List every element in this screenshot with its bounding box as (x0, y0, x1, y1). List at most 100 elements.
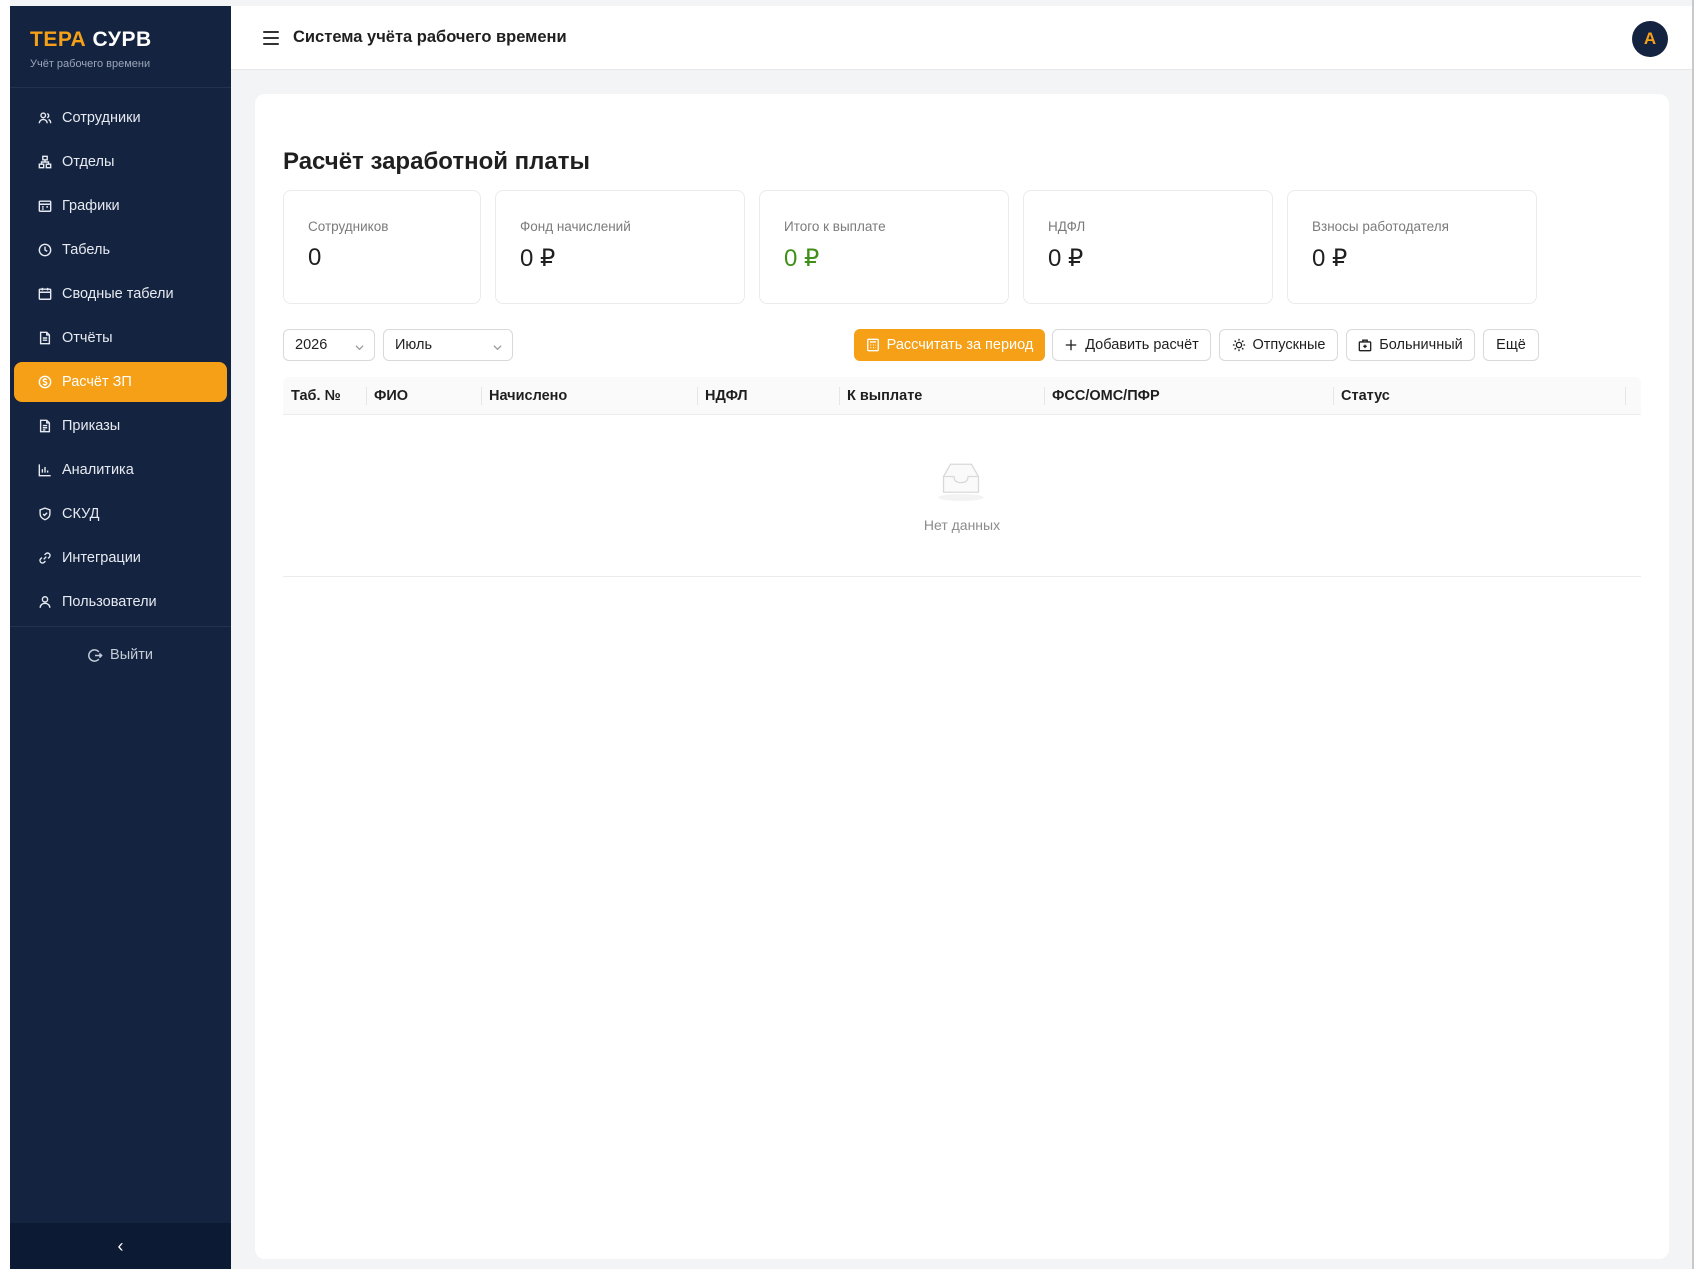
hamburger-icon-line (263, 36, 279, 39)
chevron-down-icon (493, 340, 502, 351)
column-divider (1333, 387, 1334, 405)
calendar-icon (38, 287, 52, 301)
add-calculation-label: Добавить расчёт (1085, 337, 1199, 353)
sidebar-item-departments[interactable]: Отделы (14, 142, 227, 182)
schedule-icon (38, 199, 52, 213)
add-calculation-button[interactable]: Добавить расчёт (1052, 329, 1211, 361)
column-header-status[interactable]: Статус (1341, 377, 1390, 415)
stat-label: Фонд начислений (520, 219, 631, 234)
sun-icon (1232, 338, 1245, 352)
sidebar-item-schedules[interactable]: Графики (14, 186, 227, 226)
page-title: Расчёт заработной платы (283, 148, 590, 175)
sidebar-item-label: СКУД (62, 506, 100, 522)
sick-leave-button[interactable]: Больничный (1346, 329, 1475, 361)
stat-value: 0 ₽ (784, 245, 820, 272)
stat-value: 0 ₽ (520, 245, 556, 272)
sidebar-item-label: Пользователи (62, 594, 157, 610)
stat-card-accruals-fund: Фонд начислений 0 ₽ (495, 190, 745, 304)
vacation-pay-button[interactable]: Отпускные (1219, 329, 1338, 361)
sidebar-item-label: Аналитика (62, 462, 134, 478)
sidebar-item-analytics[interactable]: Аналитика (14, 450, 227, 490)
column-header-tab-number[interactable]: Таб. № (291, 377, 341, 415)
payroll-table-header: Таб. № ФИО Начислено НДФЛ К выплате ФСС/… (283, 377, 1641, 415)
stat-card-total-payout: Итого к выплате 0 ₽ (759, 190, 1009, 304)
sidebar-item-employees[interactable]: Сотрудники (14, 98, 227, 138)
clock-icon (38, 243, 52, 257)
table-empty-state: Нет данных (283, 415, 1641, 577)
column-header-income-tax[interactable]: НДФЛ (705, 377, 748, 415)
avatar[interactable]: A (1632, 21, 1668, 57)
month-select[interactable]: Июль (383, 329, 513, 361)
column-divider (1044, 387, 1045, 405)
logout-button[interactable]: Выйти (10, 627, 231, 683)
month-select-value: Июль (395, 337, 432, 353)
stat-value: 0 ₽ (1048, 245, 1084, 272)
sidebar-nav: Сотрудники Отделы Графики Табель Сводные… (10, 88, 231, 622)
sidebar-item-orders[interactable]: Приказы (14, 406, 227, 446)
chevron-left-icon: ‹ (117, 1235, 124, 1256)
sidebar-item-label: Приказы (62, 418, 121, 434)
sidebar-item-reports[interactable]: Отчёты (14, 318, 227, 358)
logout-icon (88, 648, 103, 662)
link-icon (38, 551, 52, 565)
sidebar-item-timesheet[interactable]: Табель (14, 230, 227, 270)
sidebar-item-label: Отчёты (62, 330, 113, 346)
stat-label: Сотрудников (308, 219, 389, 234)
sidebar-item-users[interactable]: Пользователи (14, 582, 227, 622)
sidebar-item-label: Отделы (62, 154, 115, 170)
stat-label: НДФЛ (1048, 219, 1086, 234)
column-header-payout[interactable]: К выплате (847, 377, 922, 415)
user-icon (38, 595, 52, 609)
logo-block: ТЕРА СУРВ Учёт рабочего времени (10, 6, 231, 88)
hamburger-icon-line (263, 30, 279, 33)
logo: ТЕРА СУРВ (30, 28, 231, 52)
menu-toggle-button[interactable] (263, 30, 279, 45)
org-chart-icon (38, 155, 52, 169)
document-icon (38, 419, 52, 433)
sick-leave-label: Больничный (1379, 337, 1463, 353)
users-icon (38, 111, 52, 125)
sidebar-item-summary-timesheets[interactable]: Сводные табели (14, 274, 227, 314)
collapse-sidebar-button[interactable]: ‹ (10, 1223, 231, 1269)
report-icon (38, 331, 52, 345)
plus-icon (1065, 339, 1077, 351)
more-label: Ещё (1496, 337, 1526, 353)
window-edge (0, 0, 10, 1269)
medical-kit-icon (1358, 339, 1372, 352)
year-select[interactable]: 2026 (283, 329, 375, 361)
calculate-period-label: Рассчитать за период (886, 337, 1034, 353)
chevron-down-icon (355, 340, 364, 351)
stat-card-income-tax: НДФЛ 0 ₽ (1023, 190, 1273, 304)
more-button[interactable]: Ещё (1483, 329, 1539, 361)
sidebar-item-access-control[interactable]: СКУД (14, 494, 227, 534)
stat-value: 0 ₽ (1312, 245, 1348, 272)
column-header-full-name[interactable]: ФИО (374, 377, 408, 415)
sidebar: ТЕРА СУРВ Учёт рабочего времени Сотрудни… (10, 6, 231, 1269)
sidebar-item-label: Интеграции (62, 550, 141, 566)
sidebar-item-payroll[interactable]: Расчёт ЗП (14, 362, 227, 402)
empty-state-text: Нет данных (923, 517, 1001, 533)
column-divider (366, 387, 367, 405)
logo-subtitle: Учёт рабочего времени (30, 58, 151, 70)
sidebar-item-label: Сводные табели (62, 286, 174, 302)
sidebar-item-integrations[interactable]: Интеграции (14, 538, 227, 578)
logout-label: Выйти (110, 647, 153, 663)
calculate-period-button[interactable]: Рассчитать за период (854, 329, 1045, 361)
stat-card-employees: Сотрудников 0 (283, 190, 481, 304)
money-icon (38, 375, 52, 389)
payroll-card: Расчёт заработной платы Сотрудников 0 Фо… (255, 94, 1669, 1259)
column-divider (1625, 387, 1626, 405)
logo-part2: СУРВ (92, 28, 152, 51)
column-header-accrued[interactable]: Начислено (489, 377, 567, 415)
column-divider (481, 387, 482, 405)
vacation-pay-label: Отпускные (1252, 337, 1326, 353)
calculator-icon (866, 338, 879, 352)
app-title: Система учёта рабочего времени (293, 28, 567, 46)
bar-chart-icon (38, 463, 52, 477)
sidebar-item-label: Сотрудники (62, 110, 141, 126)
column-header-contributions[interactable]: ФСС/ОМС/ПФР (1052, 377, 1160, 415)
sidebar-item-label: Расчёт ЗП (62, 374, 132, 390)
stat-card-employer-contributions: Взносы работодателя 0 ₽ (1287, 190, 1537, 304)
empty-inbox-icon (938, 463, 984, 501)
hamburger-icon-line (263, 42, 279, 45)
